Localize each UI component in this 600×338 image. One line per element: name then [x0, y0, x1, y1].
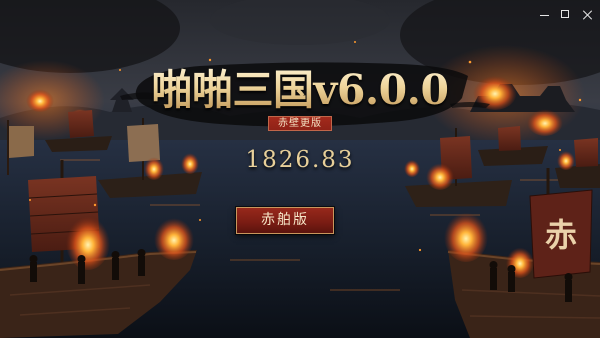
ember: [29, 199, 31, 201]
launch-button[interactable]: 赤舶版: [236, 207, 334, 234]
minimize-button[interactable]: [536, 6, 554, 24]
maximize-icon: [561, 10, 569, 18]
maximize-button[interactable]: [557, 6, 575, 24]
minimize-icon: [540, 15, 549, 16]
soldier: [565, 280, 572, 302]
war-flag-text: 赤: [545, 216, 577, 254]
ship-fire: [154, 216, 194, 260]
soldier-head: [564, 273, 573, 281]
soldier: [490, 268, 497, 290]
ember: [418, 248, 422, 252]
game-title: 啪啪三国v6.0.0: [0, 64, 600, 116]
soldier-head: [77, 255, 86, 263]
close-button[interactable]: [579, 6, 597, 24]
soldier-head: [111, 251, 120, 259]
soldier: [508, 272, 515, 292]
ember: [468, 60, 472, 64]
soldier: [112, 258, 119, 280]
soldier-head: [489, 261, 498, 269]
soldier-head: [137, 249, 146, 257]
soldier: [138, 256, 145, 276]
ember: [354, 41, 356, 43]
soldier: [30, 262, 37, 282]
ember: [208, 58, 212, 62]
ship-fire: [444, 210, 488, 262]
ember: [93, 203, 97, 207]
ember: [199, 219, 201, 221]
soldier-head: [507, 265, 516, 273]
score-value: 1826.83: [245, 147, 355, 173]
soldier: [78, 262, 85, 284]
game-subtitle-badge: 赤壁更版: [268, 116, 332, 131]
ship-fire: [66, 214, 110, 270]
close-icon: [582, 9, 594, 21]
soldier-head: [29, 255, 38, 263]
